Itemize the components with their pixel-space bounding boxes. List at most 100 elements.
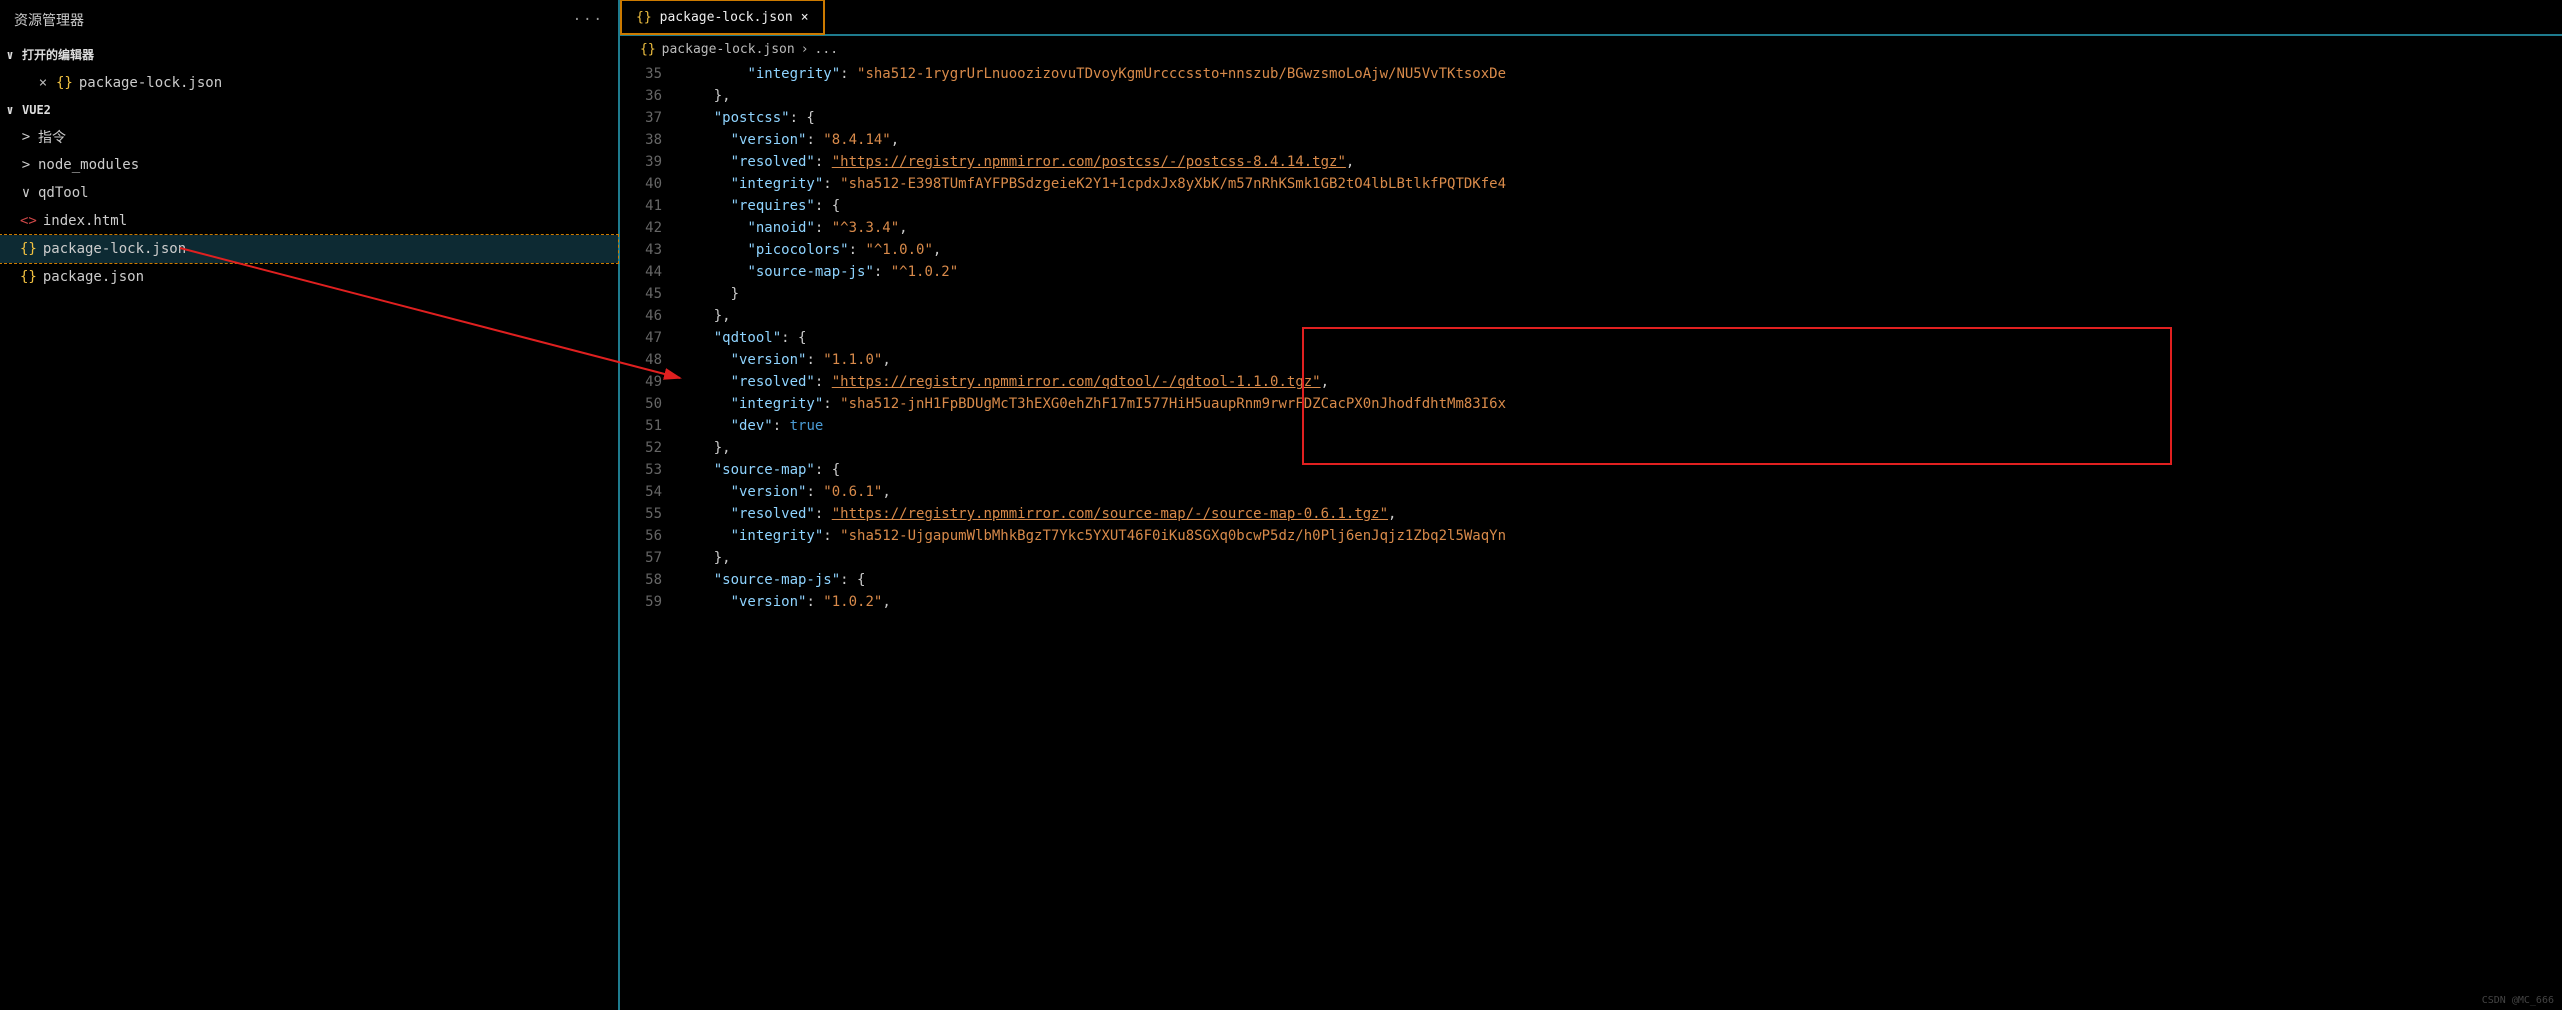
code-content: "integrity": "sha512-E398TUmfAYFPBSdzgei…: [680, 176, 2562, 192]
open-editor-item[interactable]: × {} package-lock.json: [0, 69, 618, 97]
tree-label: qdTool: [38, 185, 89, 201]
chevron-icon: >: [20, 157, 32, 173]
code-line[interactable]: 36 },: [620, 85, 2562, 107]
project-header[interactable]: ∨ VUE2: [0, 97, 618, 123]
code-content: "source-map-js": "^1.0.2": [680, 264, 2562, 280]
tree-item[interactable]: >指令: [0, 123, 618, 151]
line-number: 53: [620, 462, 680, 478]
code-content: },: [680, 308, 2562, 324]
code-line[interactable]: 49 "resolved": "https://registry.npmmirr…: [620, 371, 2562, 393]
code-content: }: [680, 286, 2562, 302]
line-number: 59: [620, 594, 680, 610]
tree-item[interactable]: > node_modules: [0, 151, 618, 179]
code-content: "dev": true: [680, 418, 2562, 434]
code-line[interactable]: 55 "resolved": "https://registry.npmmirr…: [620, 503, 2562, 525]
tree-label: index.html: [43, 213, 127, 229]
tree-label: 指令: [38, 127, 66, 147]
code-content: "nanoid": "^3.3.4",: [680, 220, 2562, 236]
line-number: 40: [620, 176, 680, 192]
code-content: },: [680, 550, 2562, 566]
code-line[interactable]: 44 "source-map-js": "^1.0.2": [620, 261, 2562, 283]
code-content: "integrity": "sha512-jnH1FpBDUgMcT3hEXG0…: [680, 396, 2562, 412]
code-line[interactable]: 57 },: [620, 547, 2562, 569]
line-number: 50: [620, 396, 680, 412]
code-line[interactable]: 59 "version": "1.0.2",: [620, 591, 2562, 613]
project-section: ∨ VUE2 >指令 > node_modules ∨ qdTool <>index.ht…: [0, 97, 618, 291]
line-number: 44: [620, 264, 680, 280]
tab-bar: {} package-lock.json ×: [620, 0, 2562, 36]
line-number: 36: [620, 88, 680, 104]
code-line[interactable]: 52 },: [620, 437, 2562, 459]
editor-area: {} package-lock.json × {} package-lock.j…: [620, 0, 2562, 1010]
code-line[interactable]: 45 }: [620, 283, 2562, 305]
chevron-icon: ∨: [20, 185, 32, 201]
code-content: },: [680, 88, 2562, 104]
code-content: "qdtool": {: [680, 330, 2562, 346]
tree-label: node_modules: [38, 157, 139, 173]
code-content: "resolved": "https://registry.npmmirror.…: [680, 154, 2562, 170]
code-line[interactable]: 43 "picocolors": "^1.0.0",: [620, 239, 2562, 261]
line-number: 42: [620, 220, 680, 236]
close-icon[interactable]: ×: [801, 10, 809, 25]
code-line[interactable]: 48 "version": "1.1.0",: [620, 349, 2562, 371]
code-content: "version": "8.4.14",: [680, 132, 2562, 148]
code-content: "resolved": "https://registry.npmmirror.…: [680, 374, 2562, 390]
code-line[interactable]: 37 "postcss": {: [620, 107, 2562, 129]
explorer-header: 资源管理器 ···: [0, 0, 618, 40]
open-editors-label: 打开的编辑器: [22, 46, 94, 63]
line-number: 35: [620, 66, 680, 82]
line-number: 48: [620, 352, 680, 368]
code-area[interactable]: 35 "integrity": "sha512-1rygrUrLnuoozizo…: [620, 63, 2562, 1010]
code-content: "source-map-js": {: [680, 572, 2562, 588]
json-icon: {}: [20, 269, 37, 285]
tree-label: package-lock.json: [43, 241, 186, 257]
line-number: 45: [620, 286, 680, 302]
breadcrumb-file: package-lock.json: [662, 42, 795, 57]
code-line[interactable]: 42 "nanoid": "^3.3.4",: [620, 217, 2562, 239]
close-icon[interactable]: ×: [36, 75, 50, 91]
code-line[interactable]: 54 "version": "0.6.1",: [620, 481, 2562, 503]
code-line[interactable]: 58 "source-map-js": {: [620, 569, 2562, 591]
explorer-title: 资源管理器: [14, 10, 84, 30]
line-number: 43: [620, 242, 680, 258]
json-icon: {}: [56, 75, 73, 91]
json-icon: {}: [640, 42, 656, 57]
code-line[interactable]: 50 "integrity": "sha512-jnH1FpBDUgMcT3hE…: [620, 393, 2562, 415]
tree-item[interactable]: {} package-lock.json: [0, 235, 618, 263]
code-content: "source-map": {: [680, 462, 2562, 478]
tree-item[interactable]: ∨ qdTool: [0, 179, 618, 207]
tab-package-lock[interactable]: {} package-lock.json ×: [620, 0, 825, 35]
project-name: VUE2: [22, 103, 51, 117]
tree-item[interactable]: {}package.json: [0, 263, 618, 291]
json-icon: {}: [20, 241, 37, 257]
breadcrumb[interactable]: {} package-lock.json › ...: [620, 36, 2562, 63]
code-line[interactable]: 51 "dev": true: [620, 415, 2562, 437]
code-line[interactable]: 38 "version": "8.4.14",: [620, 129, 2562, 151]
line-number: 56: [620, 528, 680, 544]
breadcrumb-more: ...: [815, 42, 838, 57]
code-line[interactable]: 35 "integrity": "sha512-1rygrUrLnuoozizo…: [620, 63, 2562, 85]
open-editor-label: package-lock.json: [79, 75, 222, 91]
code-line[interactable]: 39 "resolved": "https://registry.npmmirr…: [620, 151, 2562, 173]
code-line[interactable]: 46 },: [620, 305, 2562, 327]
code-content: "version": "1.1.0",: [680, 352, 2562, 368]
code-line[interactable]: 56 "integrity": "sha512-UjgapumWlbMhkBgz…: [620, 525, 2562, 547]
tree-item[interactable]: <>index.html: [0, 207, 618, 235]
line-number: 57: [620, 550, 680, 566]
more-icon[interactable]: ···: [573, 12, 604, 28]
code-line[interactable]: 53 "source-map": {: [620, 459, 2562, 481]
chevron-down-icon: ∨: [4, 103, 16, 117]
line-number: 58: [620, 572, 680, 588]
line-number: 38: [620, 132, 680, 148]
chevron-down-icon: ∨: [4, 48, 16, 62]
line-number: 54: [620, 484, 680, 500]
code-line[interactable]: 41 "requires": {: [620, 195, 2562, 217]
explorer-sidebar: 资源管理器 ··· ∨ 打开的编辑器 ×{}package-lock.json …: [0, 0, 620, 1010]
code-content: "version": "1.0.2",: [680, 594, 2562, 610]
code-line[interactable]: 47 "qdtool": {: [620, 327, 2562, 349]
line-number: 41: [620, 198, 680, 214]
open-editors-section: ∨ 打开的编辑器 × {} package-lock.json: [0, 40, 618, 97]
open-editors-header[interactable]: ∨ 打开的编辑器: [0, 40, 618, 69]
code-content: "integrity": "sha512-1rygrUrLnuoozizovuT…: [680, 66, 2562, 82]
code-line[interactable]: 40 "integrity": "sha512-E398TUmfAYFPBSdz…: [620, 173, 2562, 195]
